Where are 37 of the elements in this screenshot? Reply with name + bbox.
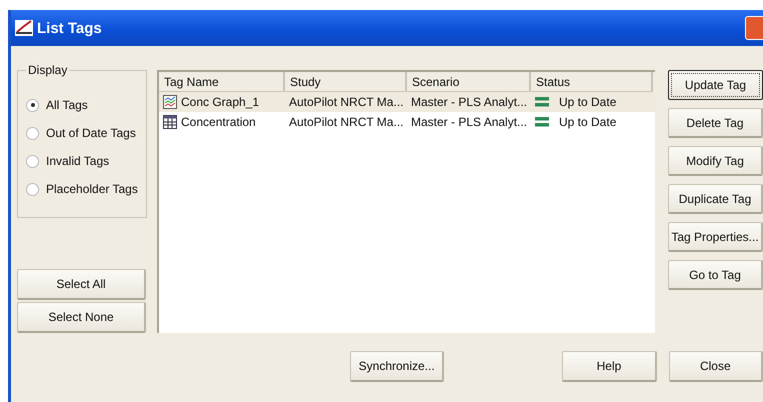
close-button[interactable]: Close xyxy=(668,351,763,382)
study-cell: AutoPilot NRCT Ma... xyxy=(289,95,404,109)
status-icon xyxy=(535,117,549,127)
radio-button[interactable] xyxy=(26,154,39,168)
tag-name: Conc Graph_1 xyxy=(181,95,260,109)
synchronize-button[interactable]: Synchronize... xyxy=(350,351,444,382)
status-cell: Up to Date xyxy=(559,95,616,109)
radio-label[interactable]: Invalid Tags xyxy=(46,154,110,168)
action-button[interactable]: Delete Tag xyxy=(668,108,763,138)
table-icon xyxy=(163,115,177,129)
status-cell: Up to Date xyxy=(559,115,616,129)
study-cell: AutoPilot NRCT Ma... xyxy=(289,115,404,129)
action-button[interactable]: Tag Properties... xyxy=(668,222,763,252)
list-row[interactable]: Concentration AutoPilot NRCT Ma... Master - PLS Analyt... Up to Date xyxy=(159,112,655,132)
line-graph-icon xyxy=(163,95,177,109)
help-button[interactable]: Help xyxy=(562,351,657,382)
group-label: Display xyxy=(26,63,70,77)
window-title: List Tags xyxy=(37,20,102,36)
tag-name: Concentration xyxy=(181,115,256,129)
select-button[interactable]: Select None xyxy=(17,302,146,333)
close-icon[interactable] xyxy=(745,16,763,40)
radio-button[interactable] xyxy=(26,98,39,112)
radio-label[interactable]: All Tags xyxy=(46,98,88,112)
radio-label[interactable]: Placeholder Tags xyxy=(46,182,138,196)
action-button[interactable]: Duplicate Tag xyxy=(668,184,763,214)
action-button[interactable]: Update Tag xyxy=(668,70,763,100)
list-row[interactable]: Conc Graph_1 AutoPilot NRCT Ma... Master - PLS Analyt... Up to Date xyxy=(159,92,655,112)
select-button[interactable]: Select All xyxy=(17,269,146,300)
status-icon xyxy=(535,97,549,107)
radio-button[interactable] xyxy=(26,126,39,140)
scenario-cell: Master - PLS Analyt... xyxy=(411,95,528,109)
scenario-cell: Master - PLS Analyt... xyxy=(411,115,528,129)
action-button[interactable]: Go to Tag xyxy=(668,260,763,290)
action-button[interactable]: Modify Tag xyxy=(668,146,763,176)
pen-chart-icon xyxy=(15,20,33,36)
radio-label[interactable]: Out of Date Tags xyxy=(46,126,136,140)
radio-button[interactable] xyxy=(26,182,39,196)
